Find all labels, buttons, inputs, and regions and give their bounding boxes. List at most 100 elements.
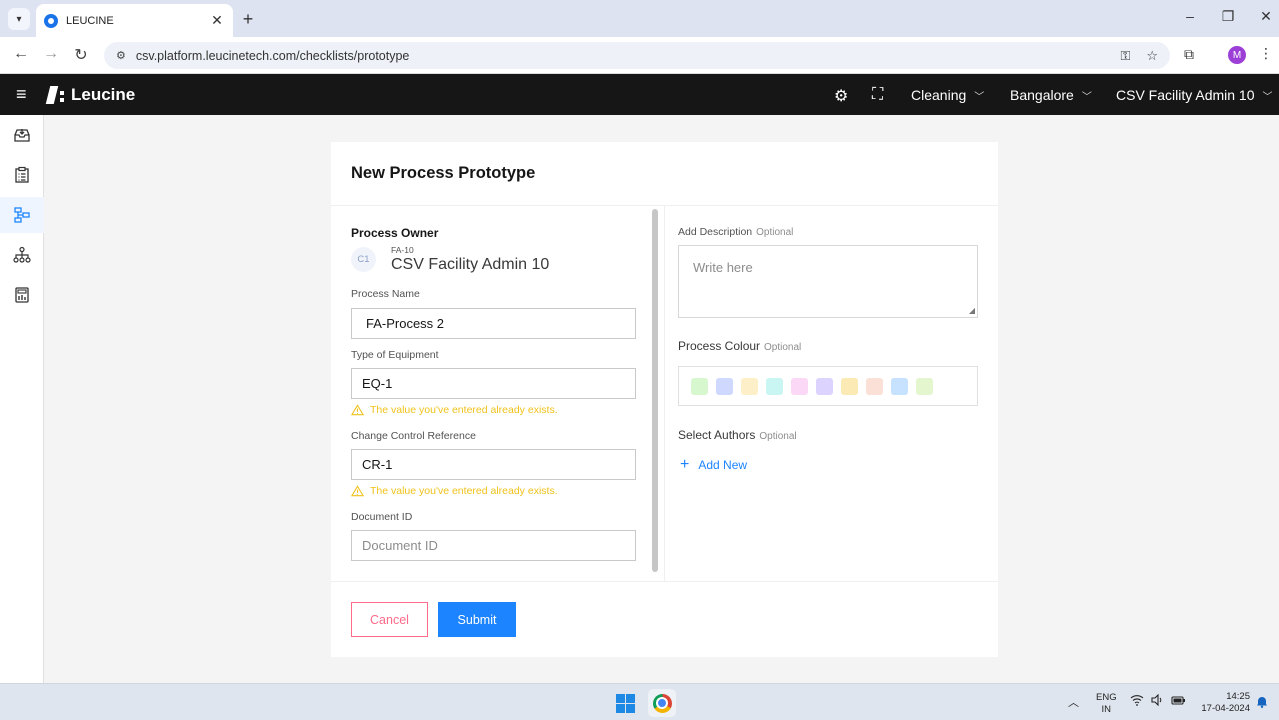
- tab-title: LEUCINE: [66, 14, 114, 27]
- colour-swatch[interactable]: [741, 377, 758, 395]
- colour-swatch[interactable]: [841, 377, 858, 395]
- clock-date: 17-04-2024: [1201, 703, 1250, 714]
- hamburger-menu-icon[interactable]: ≡: [16, 84, 27, 105]
- colour-label: Process Colour Optional: [678, 339, 801, 353]
- prototype-icon: [14, 207, 30, 223]
- colour-swatch[interactable]: [791, 377, 808, 395]
- restore-icon[interactable]: ❐: [1218, 8, 1238, 25]
- column-divider: [664, 205, 665, 581]
- system-clock[interactable]: 14:25 17-04-2024: [1198, 691, 1250, 715]
- calculator-icon: [15, 287, 29, 303]
- colour-swatch[interactable]: [716, 377, 733, 395]
- owner-name: CSV Facility Admin 10: [391, 256, 550, 273]
- sidebar-item-checklists[interactable]: [0, 157, 44, 193]
- bookmark-star-icon[interactable]: ☆: [1146, 48, 1158, 64]
- sidebar-item-inbox[interactable]: [0, 117, 44, 153]
- browser-menu-icon[interactable]: ⋮: [1259, 45, 1273, 62]
- colour-swatch[interactable]: [691, 377, 708, 395]
- new-tab-button[interactable]: +: [238, 9, 258, 30]
- window-close-icon[interactable]: ✕: [1256, 8, 1276, 25]
- new-prototype-card: New Process Prototype Process Owner C1 F…: [331, 142, 998, 657]
- process-name-input[interactable]: FA-Process 2: [351, 308, 636, 339]
- browser-tab[interactable]: LEUCINE ✕: [36, 4, 233, 37]
- facility-select[interactable]: Bangalore ﹀: [1010, 87, 1092, 103]
- optional-tag: Optional: [759, 431, 797, 442]
- sidebar-item-ontology[interactable]: [0, 237, 44, 273]
- document-id-input[interactable]: Document ID: [351, 530, 636, 561]
- colour-label-text: Process Colour: [678, 339, 761, 353]
- key-icon[interactable]: ⚿: [1120, 48, 1130, 64]
- chevron-down-icon: ﹀: [1081, 91, 1092, 103]
- user-label: CSV Facility Admin 10: [1116, 87, 1255, 103]
- wifi-icon[interactable]: [1130, 694, 1144, 709]
- profile-avatar[interactable]: M: [1228, 46, 1246, 64]
- colour-swatch[interactable]: [866, 377, 883, 395]
- description-textarea[interactable]: Write here ◢: [678, 245, 978, 318]
- facility-label: Bangalore: [1010, 87, 1074, 103]
- colour-swatch[interactable]: [766, 377, 783, 395]
- cancel-button[interactable]: Cancel: [351, 602, 428, 637]
- reload-icon[interactable]: ↻: [71, 45, 91, 65]
- hierarchy-icon: [13, 246, 31, 263]
- address-bar: ← → ↻ ⚙ csv.platform.leucinetech.com/che…: [0, 37, 1279, 74]
- settings-gear-icon[interactable]: ⚙: [834, 86, 848, 106]
- change-control-warning-text: The value you've entered already exists.: [370, 485, 558, 497]
- use-case-label: Cleaning: [911, 87, 967, 103]
- windows-taskbar: ︿ ENG IN 14:25 17-04-2024: [0, 683, 1279, 720]
- windows-start-icon[interactable]: [616, 694, 635, 713]
- checklist-icon: [15, 166, 29, 183]
- lang-primary: ENG: [1096, 692, 1117, 703]
- add-new-label: Add New: [698, 458, 748, 472]
- tab-search-button[interactable]: ▾: [8, 8, 30, 30]
- equipment-input[interactable]: EQ-1: [351, 368, 636, 399]
- minimize-icon[interactable]: –: [1180, 8, 1200, 24]
- process-owner-label: Process Owner: [351, 226, 439, 240]
- lang-secondary: IN: [1101, 704, 1112, 715]
- browser-tab-bar: ▾ LEUCINE ✕ + – ❐ ✕: [0, 0, 1279, 37]
- description-label: Add Description Optional: [678, 226, 793, 238]
- language-indicator[interactable]: ENG IN: [1096, 692, 1117, 716]
- url-field[interactable]: ⚙ csv.platform.leucinetech.com/checklist…: [104, 42, 1170, 69]
- sidebar: [0, 115, 44, 683]
- page-title: New Process Prototype: [351, 164, 536, 182]
- user-menu[interactable]: CSV Facility Admin 10 ﹀: [1116, 87, 1273, 103]
- submit-button[interactable]: Submit: [438, 602, 516, 637]
- notification-bell-icon[interactable]: [1256, 695, 1268, 711]
- optional-tag: Optional: [764, 342, 802, 353]
- scrollbar[interactable]: [652, 209, 658, 572]
- footer-divider: [331, 581, 998, 582]
- url-text[interactable]: csv.platform.leucinetech.com/checklists/…: [136, 49, 1105, 63]
- scan-icon[interactable]: ⛶: [872, 86, 883, 104]
- authors-label: Select Authors Optional: [678, 428, 797, 442]
- use-case-select[interactable]: Cleaning ﹀: [911, 87, 984, 103]
- tray-chevron-up-icon[interactable]: ︿: [1068, 694, 1079, 710]
- volume-icon[interactable]: [1151, 693, 1164, 709]
- equipment-warning: The value you've entered already exists.: [351, 404, 558, 416]
- warning-icon: [351, 485, 364, 497]
- change-control-input[interactable]: CR-1: [351, 449, 636, 480]
- colour-picker: [678, 366, 978, 406]
- sidebar-item-prototypes[interactable]: [0, 197, 44, 233]
- colour-swatch[interactable]: [916, 377, 933, 395]
- site-info-icon[interactable]: ⚙: [116, 49, 126, 62]
- resize-handle-icon[interactable]: ◢: [969, 306, 975, 315]
- change-control-warning: The value you've entered already exists.: [351, 485, 558, 497]
- equipment-label: Type of Equipment: [351, 349, 439, 361]
- tab-close-icon[interactable]: ✕: [209, 12, 225, 29]
- colour-swatch[interactable]: [891, 377, 908, 395]
- chrome-taskbar-icon[interactable]: [648, 689, 676, 717]
- chevron-down-icon: ﹀: [974, 91, 985, 103]
- leucine-logo[interactable]: Leucine: [46, 85, 135, 105]
- back-icon[interactable]: ←: [11, 45, 31, 63]
- battery-icon[interactable]: [1171, 694, 1186, 709]
- sidebar-item-reports[interactable]: [0, 277, 44, 313]
- chevron-down-icon: ﹀: [1262, 91, 1273, 103]
- colour-swatch[interactable]: [816, 377, 833, 395]
- extensions-icon[interactable]: ⧉: [1184, 46, 1194, 63]
- change-control-label: Change Control Reference: [351, 430, 476, 442]
- logo-text: Leucine: [71, 85, 136, 104]
- plus-icon: +: [680, 456, 690, 473]
- forward-icon[interactable]: →: [41, 45, 61, 63]
- add-author-button[interactable]: + Add New: [680, 456, 747, 474]
- owner-id: FA-10: [391, 245, 414, 255]
